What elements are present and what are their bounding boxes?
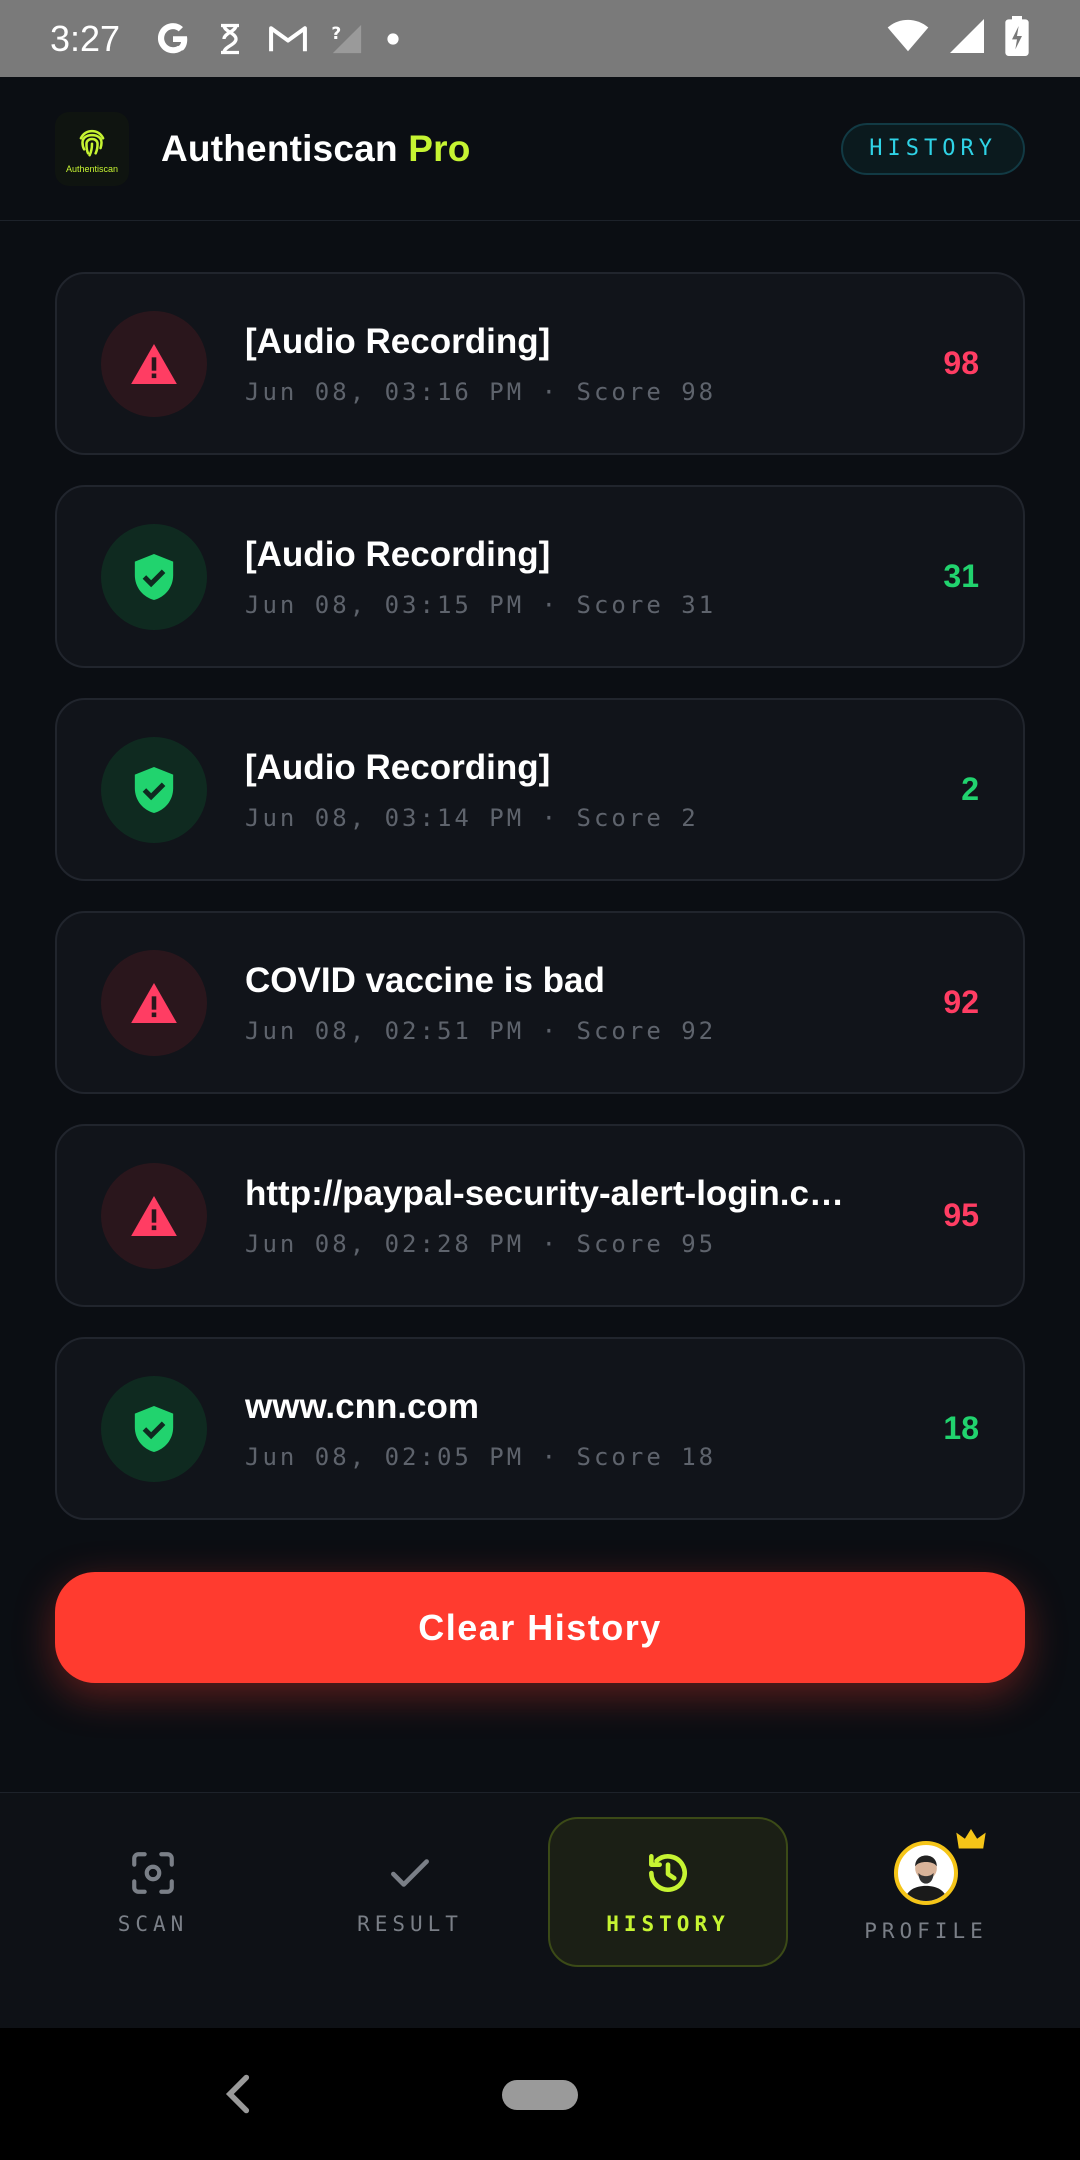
authenticator-icon [214, 21, 246, 57]
card-title: http://paypal-security-alert-login.c… [245, 1173, 844, 1213]
card-body: [Audio Recording] Jun 08, 03:16 PM · Sco… [245, 322, 899, 406]
safe-badge [101, 1375, 207, 1482]
app-header: Authentiscan Authentiscan Pro HISTORY [0, 77, 1080, 221]
status-time: 3:27 [50, 17, 121, 59]
nav-profile-label: PROFILE [864, 1919, 988, 1943]
history-icon [649, 1854, 687, 1892]
system-nav-bar [0, 2028, 1080, 2160]
bottom-nav: SCAN RESULT HISTORY PROFILE [0, 1792, 1080, 2028]
card-subtitle: Jun 08, 03:14 PM · Score 2 [245, 803, 699, 832]
warning-badge [101, 1162, 207, 1269]
shield-check-icon [134, 766, 174, 813]
shield-check-icon [134, 1405, 174, 1452]
card-subtitle: Jun 08, 03:16 PM · Score 98 [245, 377, 717, 406]
signal-icon [950, 19, 984, 58]
card-title: COVID vaccine is bad [245, 960, 605, 1000]
app-title: Authentiscan Pro [161, 128, 471, 170]
nav-profile[interactable]: PROFILE [806, 1817, 1046, 1967]
card-title: www.cnn.com [245, 1386, 480, 1426]
warning-badge [101, 949, 207, 1056]
card-score: 31 [943, 558, 979, 594]
svg-text:?: ? [331, 24, 341, 44]
history-card[interactable]: http://paypal-security-alert-login.c… Ju… [55, 1124, 1025, 1307]
fingerprint-icon [79, 129, 105, 156]
history-card[interactable]: [Audio Recording] Jun 08, 03:15 PM · Sco… [55, 485, 1025, 668]
logo-text: Authentiscan [65, 163, 119, 174]
safe-badge [101, 736, 207, 843]
no-signal-icon: ? [330, 22, 364, 56]
status-bar: 3:27 ? [0, 0, 1080, 77]
card-title: [Audio Recording] [245, 321, 551, 361]
card-title: [Audio Recording] [245, 747, 551, 787]
profile-avatar-wrap [894, 1829, 986, 1905]
card-score: 18 [943, 1410, 979, 1446]
nav-scan[interactable]: SCAN [33, 1817, 273, 1967]
card-title: [Audio Recording] [245, 534, 551, 574]
scan-icon [132, 1852, 174, 1894]
dot-icon [386, 32, 400, 46]
app-title-main: Authentiscan [161, 127, 398, 169]
safe-badge [101, 523, 207, 630]
person-avatar-icon [904, 1855, 948, 1901]
nav-result[interactable]: RESULT [290, 1817, 530, 1967]
warning-icon [131, 1195, 177, 1236]
app-logo: Authentiscan [55, 111, 129, 186]
crown-icon [956, 1829, 986, 1849]
history-pill[interactable]: HISTORY [841, 122, 1025, 175]
check-icon [391, 1859, 429, 1887]
clear-history-button[interactable]: Clear History [55, 1572, 1025, 1683]
status-notification-icons: ? [154, 20, 400, 58]
home-pill[interactable] [502, 2080, 578, 2110]
card-body: [Audio Recording] Jun 08, 03:15 PM · Sco… [245, 535, 899, 619]
card-score: 92 [943, 984, 979, 1020]
nav-history[interactable]: HISTORY [548, 1817, 788, 1967]
history-card[interactable]: [Audio Recording] Jun 08, 03:14 PM · Sco… [55, 698, 1025, 881]
google-icon [154, 20, 192, 58]
card-body: http://paypal-security-alert-login.c… Ju… [245, 1174, 899, 1258]
warning-icon [131, 343, 177, 384]
card-body: [Audio Recording] Jun 08, 03:14 PM · Sco… [245, 748, 899, 832]
card-score: 2 [961, 771, 979, 807]
card-score: 98 [943, 345, 979, 381]
nav-history-label: HISTORY [606, 1912, 730, 1936]
avatar [894, 1841, 958, 1905]
app-title-accent: Pro [408, 127, 471, 169]
wifi-icon [886, 19, 930, 58]
shield-check-icon [134, 553, 174, 600]
back-icon[interactable] [224, 2072, 254, 2116]
history-card[interactable]: www.cnn.com Jun 08, 02:05 PM · Score 18 … [55, 1337, 1025, 1520]
nav-scan-label: SCAN [117, 1912, 189, 1936]
history-card[interactable]: COVID vaccine is bad Jun 08, 02:51 PM · … [55, 911, 1025, 1094]
history-card[interactable]: [Audio Recording] Jun 08, 03:16 PM · Sco… [55, 272, 1025, 455]
card-body: COVID vaccine is bad Jun 08, 02:51 PM · … [245, 961, 899, 1045]
battery-charging-icon [1004, 16, 1030, 61]
gmail-icon [268, 23, 308, 55]
card-body: www.cnn.com Jun 08, 02:05 PM · Score 18 [245, 1387, 899, 1471]
nav-result-label: RESULT [357, 1912, 463, 1936]
card-subtitle: Jun 08, 02:51 PM · Score 92 [245, 1016, 717, 1045]
status-system-icons [886, 16, 1030, 61]
card-subtitle: Jun 08, 03:15 PM · Score 31 [245, 590, 717, 619]
warning-badge [101, 310, 207, 417]
card-score: 95 [943, 1197, 979, 1233]
card-subtitle: Jun 08, 02:28 PM · Score 95 [245, 1229, 717, 1258]
warning-icon [131, 982, 177, 1023]
card-subtitle: Jun 08, 02:05 PM · Score 18 [245, 1442, 717, 1471]
